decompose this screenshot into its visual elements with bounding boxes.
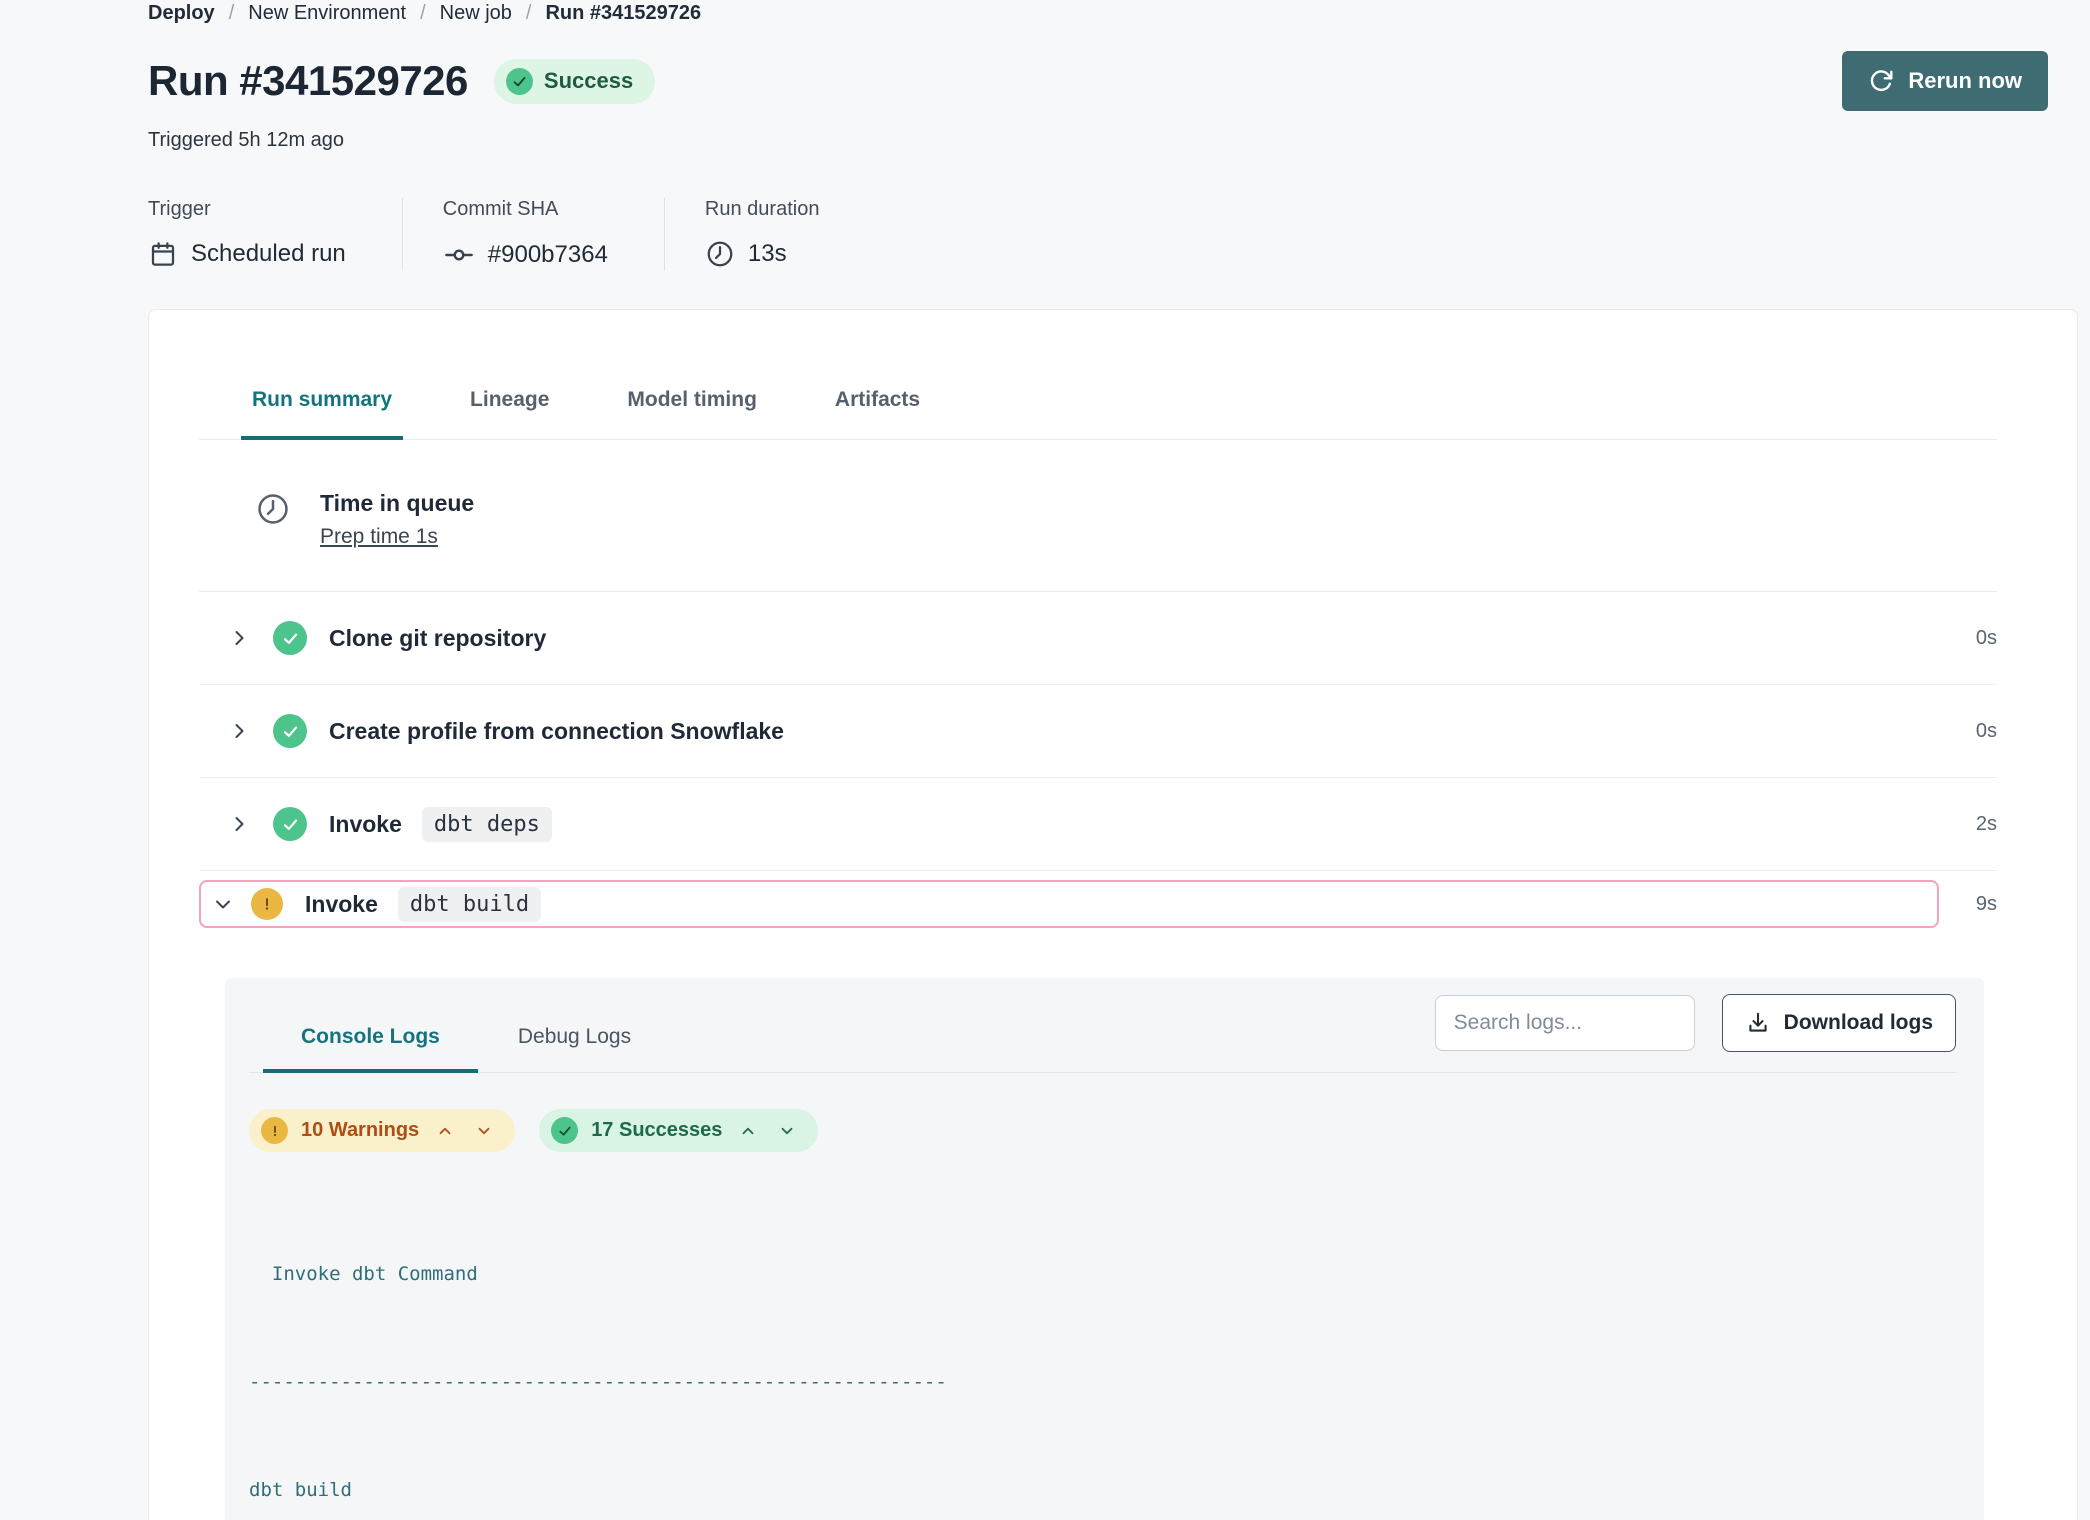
rerun-now-button[interactable]: Rerun now: [1842, 51, 2048, 111]
tab-model-timing[interactable]: Model timing: [616, 388, 768, 440]
run-summary-card: Run summary Lineage Model timing Artifac…: [148, 309, 2078, 1520]
chevron-right-icon: [227, 812, 251, 836]
step-command-chip: dbt deps: [422, 807, 552, 842]
log-summary-pills: 10 Warnings 17 Successes: [249, 1109, 1956, 1152]
tab-debug-logs[interactable]: Debug Logs: [480, 995, 669, 1073]
meta-duration-value: 13s: [748, 240, 787, 268]
refresh-icon: [1868, 68, 1894, 94]
warning-icon: [251, 888, 283, 920]
chevron-right-icon: [227, 719, 251, 743]
previous-warning-button[interactable]: [432, 1120, 458, 1142]
status-badge: Success: [494, 59, 655, 104]
success-icon: [273, 621, 307, 655]
meta-duration-label: Run duration: [705, 198, 820, 221]
meta-commit-value: #900b7364: [488, 241, 608, 269]
clock-icon: [254, 490, 292, 549]
log-line: ----------------------------------------…: [249, 1364, 1913, 1400]
step-title: Invoke: [305, 891, 378, 918]
log-line: Invoke dbt Command: [249, 1256, 1913, 1292]
successes-pill: 17 Successes: [539, 1109, 818, 1152]
step-title: Invoke: [329, 811, 402, 838]
tab-artifacts[interactable]: Artifacts: [824, 388, 931, 440]
previous-success-button[interactable]: [735, 1120, 761, 1142]
breadcrumb-deploy[interactable]: Deploy: [148, 2, 215, 25]
breadcrumb-current-run: Run #341529726: [545, 2, 701, 25]
time-in-queue-section: Time in queue Prep time 1s: [199, 440, 1997, 592]
breadcrumb-environment[interactable]: New Environment: [248, 2, 406, 25]
log-line: dbt build: [249, 1472, 1913, 1508]
meta-trigger-label: Trigger: [148, 198, 346, 221]
chevron-down-icon: [211, 892, 235, 916]
triggered-timestamp: Triggered 5h 12m ago: [148, 129, 2078, 152]
step-duration: 0s: [1976, 627, 1997, 650]
step-command-chip: dbt build: [398, 887, 541, 922]
successes-pill-label: 17 Successes: [591, 1119, 722, 1142]
breadcrumb-separator: /: [526, 2, 532, 25]
status-badge-label: Success: [544, 68, 633, 94]
step-row-create-profile[interactable]: Create profile from connection Snowflake…: [199, 685, 1997, 778]
commit-icon: [443, 239, 475, 271]
next-warning-button[interactable]: [471, 1120, 497, 1142]
calendar-icon: [148, 239, 178, 269]
breadcrumb-separator: /: [229, 2, 235, 25]
step-duration: 9s: [1957, 893, 1997, 916]
step-row-dbt-build: Invoke dbt build 9s: [199, 880, 1997, 928]
meta-trigger: Trigger Scheduled run: [148, 198, 402, 271]
step-duration: 0s: [1976, 720, 1997, 743]
success-icon: [273, 714, 307, 748]
meta-trigger-value: Scheduled run: [191, 240, 346, 268]
step-title: Create profile from connection Snowflake: [329, 718, 784, 745]
console-tabs: Console Logs Debug Logs: [249, 995, 669, 1072]
download-logs-label: Download logs: [1784, 1011, 1933, 1035]
tab-lineage[interactable]: Lineage: [459, 388, 560, 440]
rerun-now-label: Rerun now: [1908, 68, 2022, 94]
meta-duration: Run duration 13s: [664, 198, 876, 271]
console-log-output: Invoke dbt Command ---------------------…: [249, 1184, 1956, 1520]
next-success-button[interactable]: [774, 1120, 800, 1142]
step-dbt-build-toggle[interactable]: Invoke dbt build: [199, 880, 1939, 928]
warnings-pill-label: 10 Warnings: [301, 1119, 419, 1142]
chevron-right-icon: [227, 626, 251, 650]
tab-run-summary[interactable]: Run summary: [241, 388, 403, 440]
step-row-clone-git[interactable]: Clone git repository 0s: [199, 592, 1997, 685]
download-icon: [1745, 1010, 1771, 1036]
breadcrumb-job[interactable]: New job: [440, 2, 512, 25]
success-icon: [273, 807, 307, 841]
warning-icon: [261, 1117, 288, 1144]
search-logs-input[interactable]: [1435, 995, 1695, 1051]
success-check-icon: [551, 1117, 578, 1144]
step-row-dbt-deps[interactable]: Invoke dbt deps 2s: [199, 778, 1997, 871]
console-panel: Console Logs Debug Logs Download logs: [225, 978, 1984, 1520]
tab-console-logs[interactable]: Console Logs: [263, 995, 478, 1073]
run-meta: Trigger Scheduled run Commit SHA #900b73…: [148, 198, 2078, 271]
breadcrumb: Deploy / New Environment / New job / Run…: [148, 2, 2078, 25]
run-tabs: Run summary Lineage Model timing Artifac…: [199, 388, 1997, 440]
console-header: Console Logs Debug Logs Download logs: [249, 994, 1956, 1073]
meta-commit: Commit SHA #900b7364: [402, 198, 664, 271]
meta-commit-label: Commit SHA: [443, 198, 608, 221]
warnings-pill: 10 Warnings: [249, 1109, 515, 1152]
step-title: Clone git repository: [329, 625, 546, 652]
run-detail-page: Deploy / New Environment / New job / Run…: [0, 0, 2090, 1520]
step-duration: 2s: [1976, 813, 1997, 836]
download-logs-button[interactable]: Download logs: [1722, 994, 1956, 1052]
time-in-queue-title: Time in queue: [320, 490, 474, 517]
page-title: Run #341529726: [148, 57, 468, 105]
breadcrumb-separator: /: [420, 2, 426, 25]
prep-time-link[interactable]: Prep time 1s: [320, 525, 474, 549]
success-check-icon: [506, 68, 533, 95]
clock-icon: [705, 239, 735, 269]
